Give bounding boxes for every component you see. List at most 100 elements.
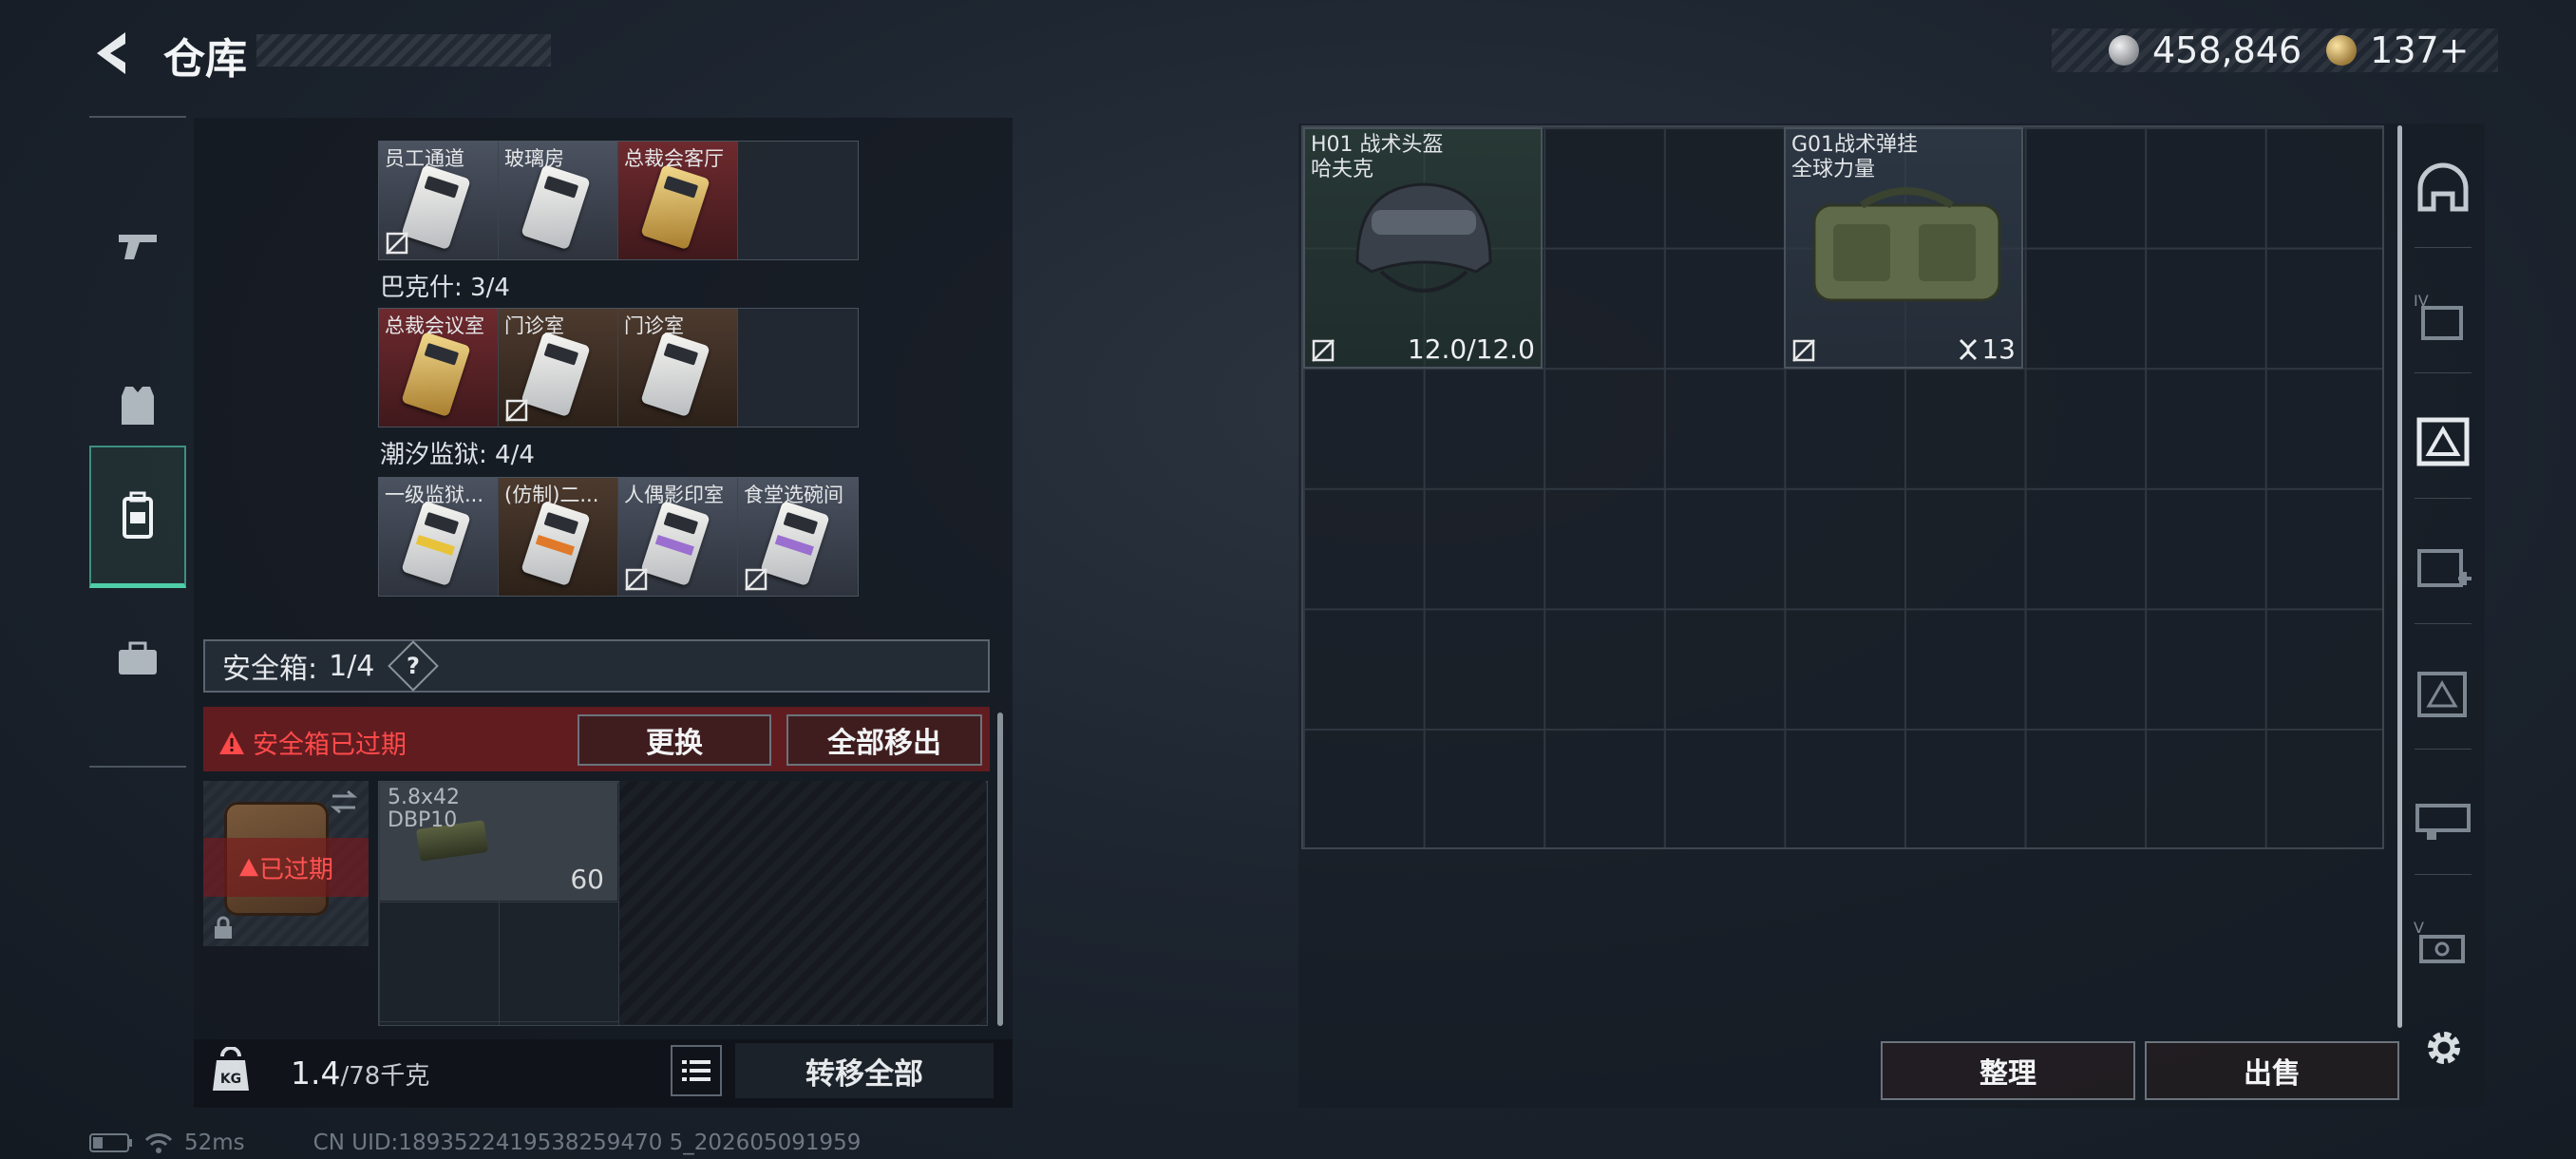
chest-rig-slot-icon	[2416, 417, 2470, 466]
move-all-out-button[interactable]: 全部移出	[786, 714, 982, 766]
keycard-icon	[521, 500, 591, 587]
ping: 52ms	[184, 1130, 245, 1155]
keycard-slot[interactable]: 总裁会议室	[379, 309, 499, 427]
nav-toolbox[interactable]	[89, 602, 186, 716]
safebox-count: 1/4	[329, 649, 375, 683]
silver-coin-icon	[2109, 35, 2139, 66]
user-uid: CN UID:1893522419538259470 5_20260509195…	[313, 1130, 862, 1155]
keycard-slot[interactable]: 门诊室	[499, 309, 618, 427]
sidebar-medkit[interactable]	[2405, 521, 2481, 612]
carry-weight: 1.4/78千克	[291, 1054, 430, 1092]
keycard-icon	[401, 163, 471, 251]
safebox-locked-area	[619, 781, 986, 1024]
ammo-count: 60	[570, 864, 604, 895]
gold-amount[interactable]: 137+	[2370, 29, 2469, 71]
case-slot-icon: V	[2414, 919, 2465, 963]
warning-icon	[219, 731, 244, 754]
transfer-all-button[interactable]: 转移全部	[735, 1043, 994, 1098]
keycard-icon	[401, 500, 471, 587]
keycard-slot[interactable]: 门诊室	[618, 309, 738, 427]
ammo-item[interactable]: 5.8x42 DBP10 60	[380, 783, 617, 901]
currency-bar: 458,846 137+	[2052, 28, 2498, 72]
keycard-slot[interactable]: 食堂选碗间	[738, 478, 858, 596]
armor-slot-icon: IV	[2414, 292, 2463, 340]
settings-gear-icon[interactable]	[2420, 1024, 2468, 1072]
page-title: 仓库	[163, 35, 247, 84]
chest-rig-brand: 全球力量	[1791, 158, 1876, 181]
no-bind-icon	[386, 232, 408, 255]
sidebar-case[interactable]: V	[2405, 897, 2481, 988]
sidebar-backpack[interactable]	[2405, 646, 2481, 737]
no-bind-icon	[505, 399, 528, 422]
keycard-row-1: 员工通道 玻璃房 总裁会客厅	[378, 141, 859, 260]
stash-scrollbar[interactable]	[2397, 125, 2402, 1028]
status-line: 52ms CN UID:1893522419538259470 5_202605…	[89, 1130, 861, 1155]
weight-icon: KG	[213, 1047, 249, 1091]
expired-overlay: 已过期	[203, 838, 369, 897]
helmet-durability: 12.0/12.0	[1407, 333, 1535, 365]
list-view-button[interactable]	[671, 1045, 722, 1096]
keycard-slot[interactable]: 总裁会客厅	[618, 142, 738, 259]
helmet-brand: 哈夫克	[1311, 158, 1374, 181]
safebox-header: 安全箱: 1/4 ?	[203, 639, 990, 693]
svg-text:V: V	[2414, 919, 2424, 937]
helmet-item[interactable]: H01 战术头盔 哈夫克 12.0/12.0	[1303, 127, 1543, 369]
chest-rig-slots: 13	[1981, 333, 2016, 365]
keycard-row-2: 总裁会议室 门诊室 门诊室	[378, 308, 859, 428]
silver-amount: 458,846	[2152, 29, 2302, 71]
gun-icon	[119, 235, 157, 259]
sell-button[interactable]: 出售	[2145, 1041, 2399, 1100]
svg-text:KG: KG	[220, 1072, 241, 1087]
warning-icon	[238, 858, 258, 877]
keycard-icon	[760, 500, 830, 587]
keycard-icon	[640, 500, 710, 587]
sidebar-helmet[interactable]	[2405, 142, 2481, 234]
helmet-icon	[1355, 182, 1492, 293]
keycard-row-3: 一级监狱... (仿制)二... 人偶影印室 食堂选碗间	[378, 477, 859, 597]
keycard-icon	[640, 163, 710, 251]
safebox-label: 安全箱:	[222, 653, 318, 686]
keycard-slot[interactable]: 员工通道	[379, 142, 499, 259]
keycard-slot[interactable]: 一级监狱...	[379, 478, 499, 596]
replace-button[interactable]: 更换	[578, 714, 771, 766]
category-nav	[89, 116, 186, 768]
capacity-icon	[1960, 338, 1978, 360]
safebox-item[interactable]: 已过期	[203, 781, 369, 946]
sidebar-chest-rig[interactable]	[2405, 395, 2481, 486]
keycard-slot-empty[interactable]	[738, 142, 858, 259]
list-icon	[682, 1060, 710, 1081]
pouch-slot-icon	[2415, 804, 2471, 840]
backpack-slot-icon	[2417, 672, 2467, 717]
no-bind-icon	[1792, 339, 1815, 362]
title-decoration	[256, 34, 551, 66]
medkit-slot-icon	[2417, 549, 2472, 587]
group-label: 潮汐监狱: 4/4	[380, 441, 535, 469]
scrollbar[interactable]	[997, 712, 1003, 1026]
lock-icon	[215, 916, 232, 939]
keycard-slot-empty[interactable]	[738, 309, 858, 427]
sort-button[interactable]: 整理	[1881, 1041, 2135, 1100]
keycard-icon	[401, 331, 471, 418]
back-arrow-icon[interactable]	[87, 27, 135, 80]
keycard-icon	[640, 331, 710, 418]
ammo-type: DBP10	[388, 808, 458, 832]
no-bind-icon	[745, 568, 767, 591]
chest-rig-icon	[1812, 187, 2001, 302]
nav-backpack[interactable]	[89, 446, 186, 588]
vest-icon	[122, 387, 154, 425]
keycard-slot[interactable]: 玻璃房	[499, 142, 618, 259]
sidebar-pouch[interactable]	[2405, 771, 2481, 863]
swap-icon[interactable]	[329, 788, 359, 815]
wifi-icon	[144, 1133, 173, 1153]
chest-rig-item[interactable]: G01战术弹挂 全球力量 13	[1784, 127, 2023, 369]
help-icon[interactable]: ?	[388, 640, 440, 692]
expired-warning: 安全箱已过期	[218, 724, 407, 761]
helmet-name: H01 战术头盔	[1311, 133, 1444, 157]
keycard-slot[interactable]: (仿制)二...	[499, 478, 618, 596]
toolbox-icon	[119, 641, 157, 674]
sidebar-armor[interactable]: IV	[2405, 270, 2481, 361]
keycard-slot[interactable]: 人偶影印室	[618, 478, 738, 596]
nav-weapons[interactable]	[89, 175, 186, 317]
group-label: 巴克什: 3/4	[380, 274, 510, 302]
battery-icon	[89, 1133, 132, 1152]
